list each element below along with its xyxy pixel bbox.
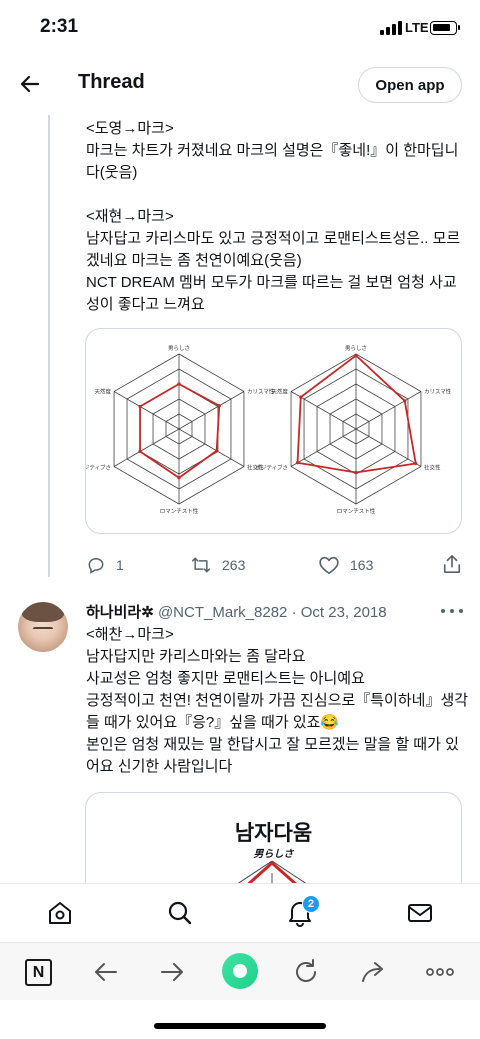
like-icon — [319, 556, 339, 574]
notification-badge: 2 — [302, 895, 320, 913]
browser-toolbar: N — [0, 942, 480, 1000]
axis-label: 天然度 — [272, 388, 289, 396]
value-point — [215, 449, 219, 453]
thread-connector-line — [48, 115, 50, 577]
home-icon[interactable] — [45, 898, 75, 928]
axis-label: カリスマ性 — [424, 388, 452, 396]
reload-icon[interactable] — [290, 956, 322, 988]
browser-share-icon[interactable] — [358, 956, 390, 988]
value-point — [403, 399, 407, 403]
status-time: 2:31 — [40, 16, 79, 37]
messages-icon[interactable] — [405, 898, 435, 928]
radar-chart-right: 男らしさカリスマ性社交性ロマンチスト性 ポジティブさ 天然度 — [255, 345, 451, 515]
axis-label: ポジティブさ — [86, 464, 111, 472]
retweet-count: 263 — [222, 557, 246, 573]
tweet-image-radar-charts[interactable]: 男らしさカリスマ性社交性ロマンチスト性 ポジティブさ 天然度 男らしさカリスマ性社交… — [85, 328, 462, 534]
share-icon[interactable] — [442, 553, 462, 575]
axis-label: 男らしさ — [168, 345, 190, 352]
axis-label: 天然度 — [95, 388, 112, 396]
axis-spoke — [178, 428, 245, 467]
like-count: 163 — [350, 557, 374, 573]
open-app-button[interactable]: Open app — [358, 67, 462, 103]
tweet-date[interactable]: Oct 23, 2018 — [301, 604, 387, 621]
separator-dot: · — [291, 604, 301, 621]
naver-green-dot-icon[interactable] — [222, 953, 258, 989]
value-point — [354, 353, 358, 358]
radar-chart-left: 男らしさカリスマ性社交性ロマンチスト性ポジティブさ天然度 — [86, 345, 275, 515]
battery-icon — [430, 21, 460, 35]
axis-spoke — [113, 391, 180, 430]
author-handle[interactable]: @NCT_Mark_8282 — [158, 604, 287, 621]
back-arrow-icon[interactable] — [18, 72, 42, 96]
tweet-text: <해찬→마크> 남자답지만 카리스마와는 좀 달라요 사교성은 엄청 좋지만 로… — [86, 626, 469, 775]
value-point — [177, 476, 181, 480]
search-icon[interactable] — [165, 898, 195, 928]
more-icon[interactable] — [441, 602, 463, 620]
axis-label: ロマンチスト性 — [160, 507, 199, 515]
browser-more-icon[interactable] — [424, 956, 456, 988]
value-point — [414, 461, 418, 466]
axis-spoke — [113, 428, 180, 467]
status-bar: 2:31 LTE — [0, 0, 480, 56]
image-title: 남자다움 — [234, 821, 313, 845]
axis-label: ポジティブさ — [255, 464, 288, 472]
value-shape — [139, 382, 221, 479]
value-point — [354, 470, 358, 475]
axis-spoke — [178, 391, 245, 430]
axis-spoke — [290, 428, 357, 467]
network-label: LTE — [405, 20, 429, 35]
axis-spoke — [355, 391, 422, 430]
value-point — [177, 382, 181, 386]
signal-icon — [380, 21, 402, 35]
tweet-actions: 1 263 163 — [86, 553, 466, 577]
tweet-author-line: 하나비라✲ @NCT_Mark_8282 · Oct 23, 2018 — [86, 601, 466, 623]
axis-label: ロマンチスト性 — [337, 507, 376, 515]
value-point — [299, 395, 303, 399]
retweet-button[interactable]: 263 — [190, 553, 245, 577]
home-indicator — [154, 1023, 326, 1029]
bottom-tab-bar: 2 — [0, 883, 480, 942]
like-button[interactable]: 163 — [318, 553, 373, 577]
reply-icon — [88, 557, 104, 574]
value-point — [295, 461, 300, 465]
browser-forward-icon[interactable] — [156, 956, 188, 988]
avatar[interactable] — [18, 602, 68, 652]
reply-button[interactable]: 1 — [86, 553, 124, 577]
author-name[interactable]: 하나비라✲ — [86, 604, 154, 621]
naver-n-icon[interactable]: N — [25, 959, 52, 986]
page-title: Thread — [78, 71, 145, 93]
value-point — [217, 404, 221, 408]
thread-header: Thread Open app — [0, 56, 480, 112]
browser-back-icon[interactable] — [90, 956, 122, 988]
value-point — [138, 404, 142, 409]
axis-label: 社交性 — [424, 464, 441, 472]
value-point — [138, 449, 142, 454]
tweet-text: <도영→마크> 마크는 차트가 커졌네요 마크의 설명은『좋네!』이 한마딥니다… — [86, 120, 461, 313]
reply-count: 1 — [116, 557, 124, 573]
retweet-icon — [191, 557, 211, 573]
axis-label: 男らしさ — [345, 345, 367, 352]
radar-charts: 男らしさカリスマ性社交性ロマンチスト性 ポジティブさ 天然度 男らしさカリスマ性社交… — [86, 345, 452, 515]
